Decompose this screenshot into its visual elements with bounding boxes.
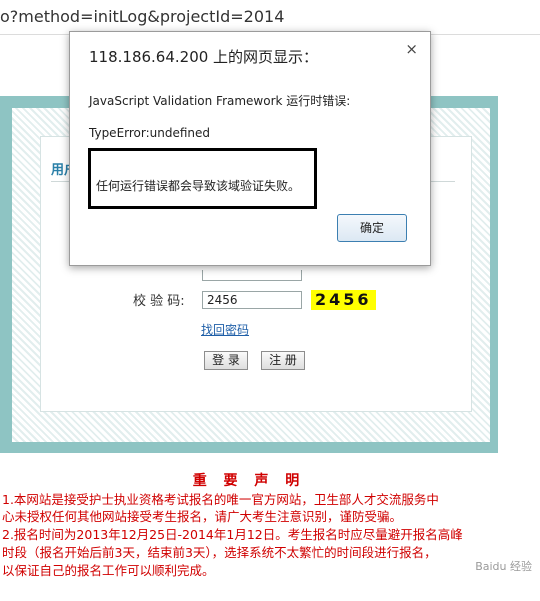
notice-line-2: 心未授权任何其他网站接受考生报名，请广大考生注意识别，谨防受骗。: [2, 509, 403, 524]
password-input[interactable]: [202, 270, 302, 281]
highlight-box: 任何运行错误都会导致该域验证失败。: [88, 148, 317, 209]
forgot-password-link[interactable]: 找回密码: [201, 321, 249, 338]
captcha-label: 校 验 码:: [133, 294, 185, 309]
notice-line-4: 时段（报名开始后前3天，结束前3天），选择系统不太繁忙的时间段进行报名，: [2, 545, 437, 560]
url-text: o?method=initLog&projectId=2014: [0, 7, 285, 26]
browser-address-bar[interactable]: o?method=initLog&projectId=2014: [0, 0, 540, 35]
dialog-message-2: TypeError:undefined: [89, 126, 211, 140]
alert-dialog: 118.186.64.200 上的网页显示： × JavaScript Vali…: [69, 31, 431, 266]
dialog-message-3: 任何运行错误都会导致该域验证失败。: [96, 179, 301, 193]
dialog-title: 118.186.64.200 上的网页显示：: [89, 48, 319, 66]
captcha-input[interactable]: [202, 291, 302, 309]
ok-button[interactable]: 确定: [337, 214, 407, 242]
dialog-message-1: JavaScript Validation Framework 运行时错误:: [89, 94, 351, 108]
notice-title: 重 要 声 明: [192, 473, 306, 489]
notice-line-1: 1.本网站是接受护士执业资格考试报名的唯一官方网站，卫生部人才交流服务中: [2, 492, 439, 507]
login-button[interactable]: 登 录: [204, 351, 248, 370]
close-icon[interactable]: ×: [405, 40, 418, 58]
notice-line-3: 2.报名时间为2013年12月25日-2014年1月12日。考生报名时应尽量避开…: [2, 527, 463, 542]
notice-line-5: 以保证自己的报名工作可以顺利完成。: [2, 563, 215, 578]
register-button[interactable]: 注 册: [261, 351, 305, 370]
captcha-image[interactable]: 2456: [311, 290, 376, 310]
watermark: Baidu 经验: [475, 560, 532, 573]
